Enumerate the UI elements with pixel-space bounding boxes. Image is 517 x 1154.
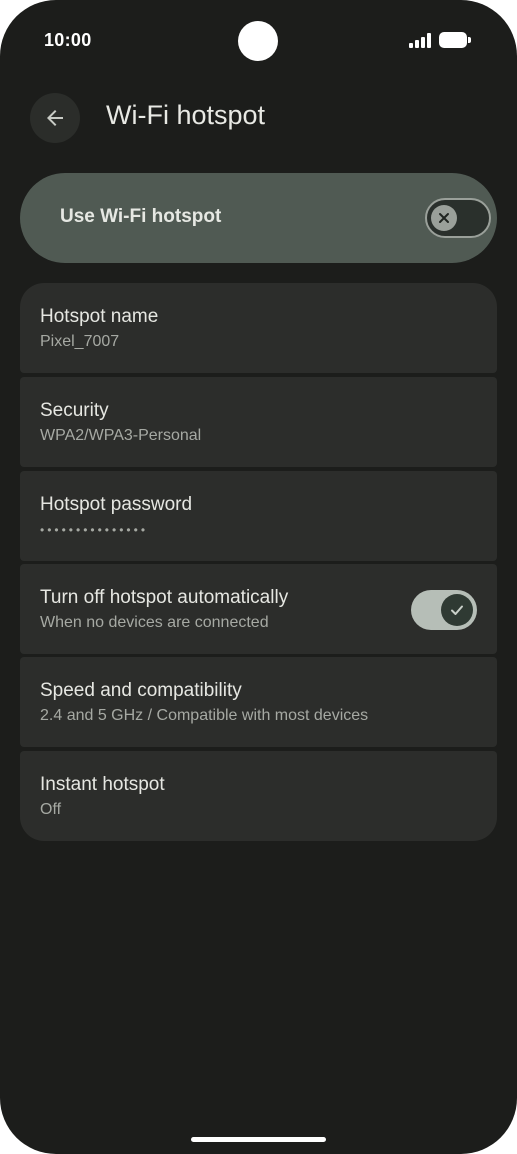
use-wifi-hotspot-toggle-row[interactable]: Use Wi-Fi hotspot <box>20 173 497 263</box>
setting-title: Hotspot password <box>40 494 193 515</box>
camera-cutout <box>238 21 278 61</box>
status-bar: 10:00 <box>0 0 517 80</box>
setting-title: Instant hotspot <box>40 774 165 795</box>
switch-thumb <box>431 205 457 231</box>
switch-thumb <box>441 594 473 626</box>
setting-title: Turn off hotspot automatically <box>40 587 289 608</box>
app-bar: Wi-Fi hotspot <box>0 90 517 146</box>
close-icon <box>439 213 449 223</box>
battery-full-icon <box>439 32 471 48</box>
security-item[interactable]: Security WPA2/WPA3-Personal <box>20 377 497 467</box>
use-wifi-hotspot-switch[interactable] <box>425 198 491 238</box>
setting-summary: WPA2/WPA3-Personal <box>40 427 202 444</box>
turn-off-automatically-switch[interactable] <box>411 590 477 630</box>
arrow-back-icon <box>47 110 63 126</box>
setting-summary: Pixel_7007 <box>40 333 120 350</box>
phone-screen: 10:00 Wi-Fi hotspot Use Wi-Fi hotspot Ho… <box>0 0 517 1154</box>
use-wifi-hotspot-label: Use Wi-Fi hotspot <box>60 206 222 227</box>
setting-title: Speed and compatibility <box>40 680 242 701</box>
instant-hotspot-item[interactable]: Instant hotspot Off <box>20 751 497 841</box>
hotspot-password-item[interactable]: Hotspot password ••••••••••••••• <box>20 471 497 561</box>
gesture-nav-handle[interactable] <box>191 1137 326 1142</box>
page-title: Wi-Fi hotspot <box>106 100 266 130</box>
back-button[interactable] <box>30 93 80 143</box>
signal-bars-icon <box>409 33 431 48</box>
speed-compatibility-item[interactable]: Speed and compatibility 2.4 and 5 GHz / … <box>20 657 497 747</box>
status-time: 10:00 <box>44 30 92 50</box>
setting-summary: 2.4 and 5 GHz / Compatible with most dev… <box>40 707 369 724</box>
check-icon <box>451 605 463 615</box>
setting-title: Security <box>40 400 109 421</box>
setting-summary: Off <box>40 801 62 818</box>
password-mask: ••••••••••••••• <box>40 523 149 537</box>
setting-summary: When no devices are connected <box>40 614 269 631</box>
turn-off-automatically-item[interactable]: Turn off hotspot automatically When no d… <box>20 564 497 654</box>
setting-title: Hotspot name <box>40 306 159 327</box>
hotspot-name-item[interactable]: Hotspot name Pixel_7007 <box>20 283 497 373</box>
